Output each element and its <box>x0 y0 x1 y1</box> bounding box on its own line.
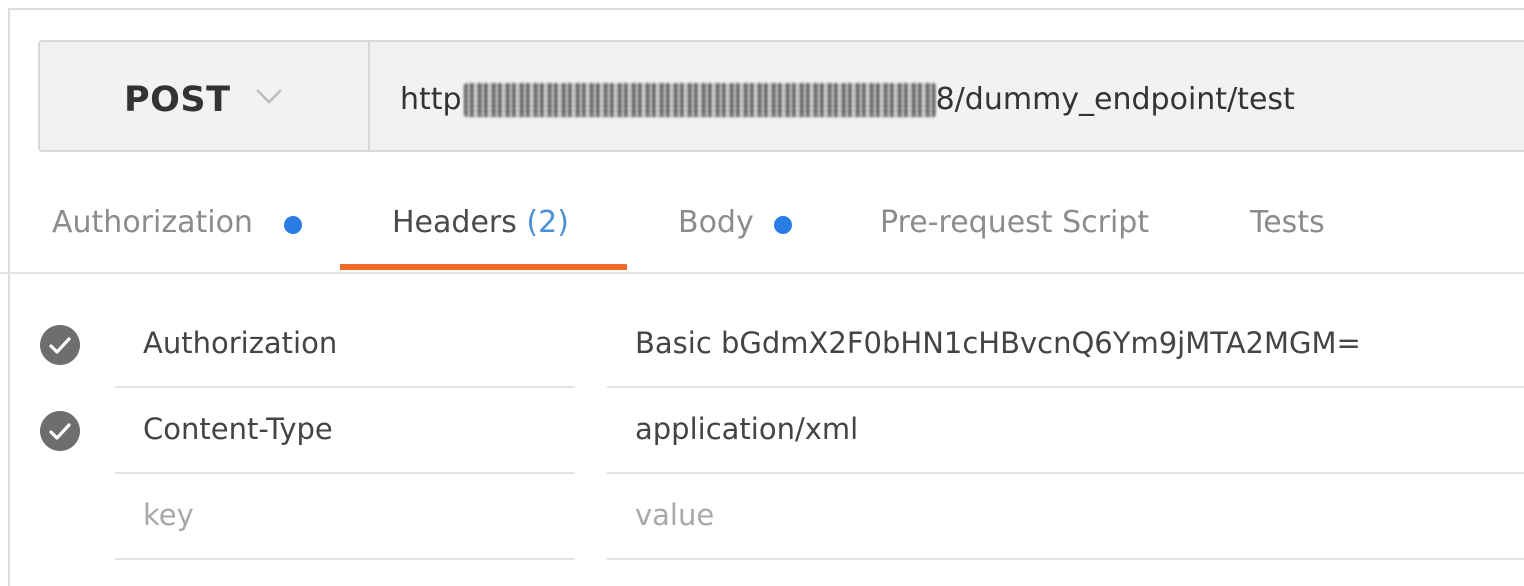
tab-authorization-dot <box>284 216 302 234</box>
checkmark-circle-icon[interactable] <box>40 411 80 451</box>
header-row: Authorization Basic bGdmX2F0bHN1cHBvcnQ6… <box>0 302 1524 388</box>
active-tab-underline <box>340 264 627 270</box>
header-value-field[interactable]: Basic bGdmX2F0bHN1cHBvcnQ6Ym9jMTA2MGM= <box>607 302 1524 388</box>
request-tabs: Authorization Headers (2) Body Pre-reque… <box>0 180 1524 274</box>
url-prefix: http <box>400 82 462 117</box>
value-placeholder: value <box>635 498 715 532</box>
header-row: Content-Type application/xml <box>0 388 1524 474</box>
chevron-down-icon <box>256 89 282 104</box>
header-value-field[interactable]: application/xml <box>607 388 1524 474</box>
method-select[interactable]: POST <box>40 42 370 150</box>
header-key-text: Content-Type <box>143 412 333 446</box>
tab-headers[interactable]: Headers (2) <box>340 180 627 272</box>
tab-body-dot <box>774 216 792 234</box>
header-value-text: application/xml <box>635 412 859 446</box>
request-bar: POST http 8/dummy_endpoint/test <box>38 40 1524 152</box>
tab-tests-label: Tests <box>1250 205 1325 240</box>
new-header-row: key value <box>0 474 1524 560</box>
tab-body[interactable]: Body <box>678 180 828 272</box>
key-placeholder: key <box>143 498 194 532</box>
header-key-field[interactable]: Content-Type <box>115 388 575 474</box>
new-header-key-input[interactable]: key <box>115 474 575 560</box>
new-header-value-input[interactable]: value <box>607 474 1524 560</box>
tab-pre-request-script-label: Pre-request Script <box>880 205 1150 240</box>
url-input[interactable]: http 8/dummy_endpoint/test <box>370 42 1524 150</box>
url-redacted-segment <box>463 82 936 117</box>
tab-authorization[interactable]: Authorization <box>52 180 322 272</box>
method-label: POST <box>124 80 231 120</box>
url-suffix: 8/dummy_endpoint/test <box>935 82 1295 117</box>
tab-body-label: Body <box>678 205 754 240</box>
header-value-text: Basic bGdmX2F0bHN1cHBvcnQ6Ym9jMTA2MGM= <box>635 326 1361 360</box>
checkmark-circle-icon[interactable] <box>40 325 80 365</box>
tab-headers-count: (2) <box>526 205 569 240</box>
tab-authorization-label: Authorization <box>52 205 253 240</box>
header-key-field[interactable]: Authorization <box>115 302 575 388</box>
url-text: http 8/dummy_endpoint/test <box>400 82 1295 117</box>
tab-tests[interactable]: Tests <box>1250 180 1350 272</box>
tab-headers-label: Headers <box>392 205 517 240</box>
header-key-text: Authorization <box>143 326 338 360</box>
tab-headers-label-wrap: Headers (2) <box>392 205 569 240</box>
tab-pre-request-script[interactable]: Pre-request Script <box>880 180 1180 272</box>
